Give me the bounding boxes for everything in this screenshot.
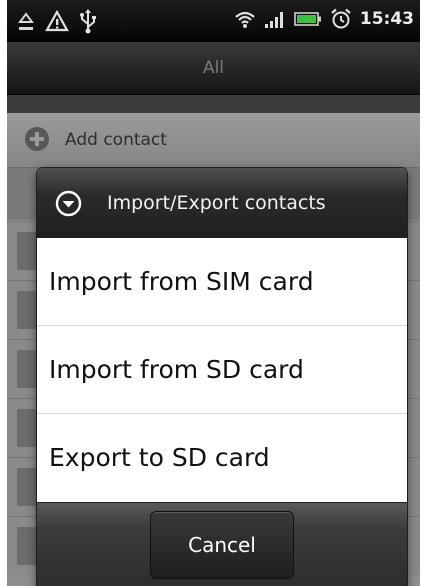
status-right-icons: 15:43 — [234, 8, 414, 30]
dialog-options: Import from SIM card Import from SD card… — [37, 238, 407, 502]
title-bar-label: All — [202, 58, 225, 78]
cancel-button[interactable]: Cancel — [150, 511, 294, 579]
wifi-icon — [234, 9, 256, 29]
import-from-sim-option[interactable]: Import from SIM card — [37, 238, 407, 326]
add-contact-label: Add contact — [65, 130, 167, 150]
import-from-sd-option[interactable]: Import from SD card — [37, 326, 407, 414]
export-to-sd-option[interactable]: Export to SD card — [37, 414, 407, 502]
alarm-icon — [330, 8, 352, 30]
title-bar: All — [7, 42, 420, 95]
status-left-icons — [17, 8, 97, 34]
dialog-title: Import/Export contacts — [107, 192, 326, 214]
dialog-footer: Cancel — [37, 502, 407, 586]
status-bar: 15:43 — [7, 0, 420, 42]
signal-icon — [264, 9, 286, 29]
warning-triangle-icon — [45, 9, 69, 33]
add-contact-row[interactable]: Add contact — [7, 113, 420, 168]
chevron-down-circle-icon — [55, 190, 82, 221]
usb-icon — [79, 8, 97, 34]
battery-icon — [294, 10, 322, 28]
dialog-header: Import/Export contacts — [37, 168, 407, 238]
status-time: 15:43 — [359, 9, 414, 29]
screen: 15:43 All Add contact Import/Export cont… — [7, 0, 420, 586]
list-divider — [7, 95, 420, 113]
add-icon — [25, 127, 49, 151]
missed-alert-icon — [17, 10, 35, 32]
import-export-dialog: Import/Export contacts Import from SIM c… — [37, 168, 407, 586]
